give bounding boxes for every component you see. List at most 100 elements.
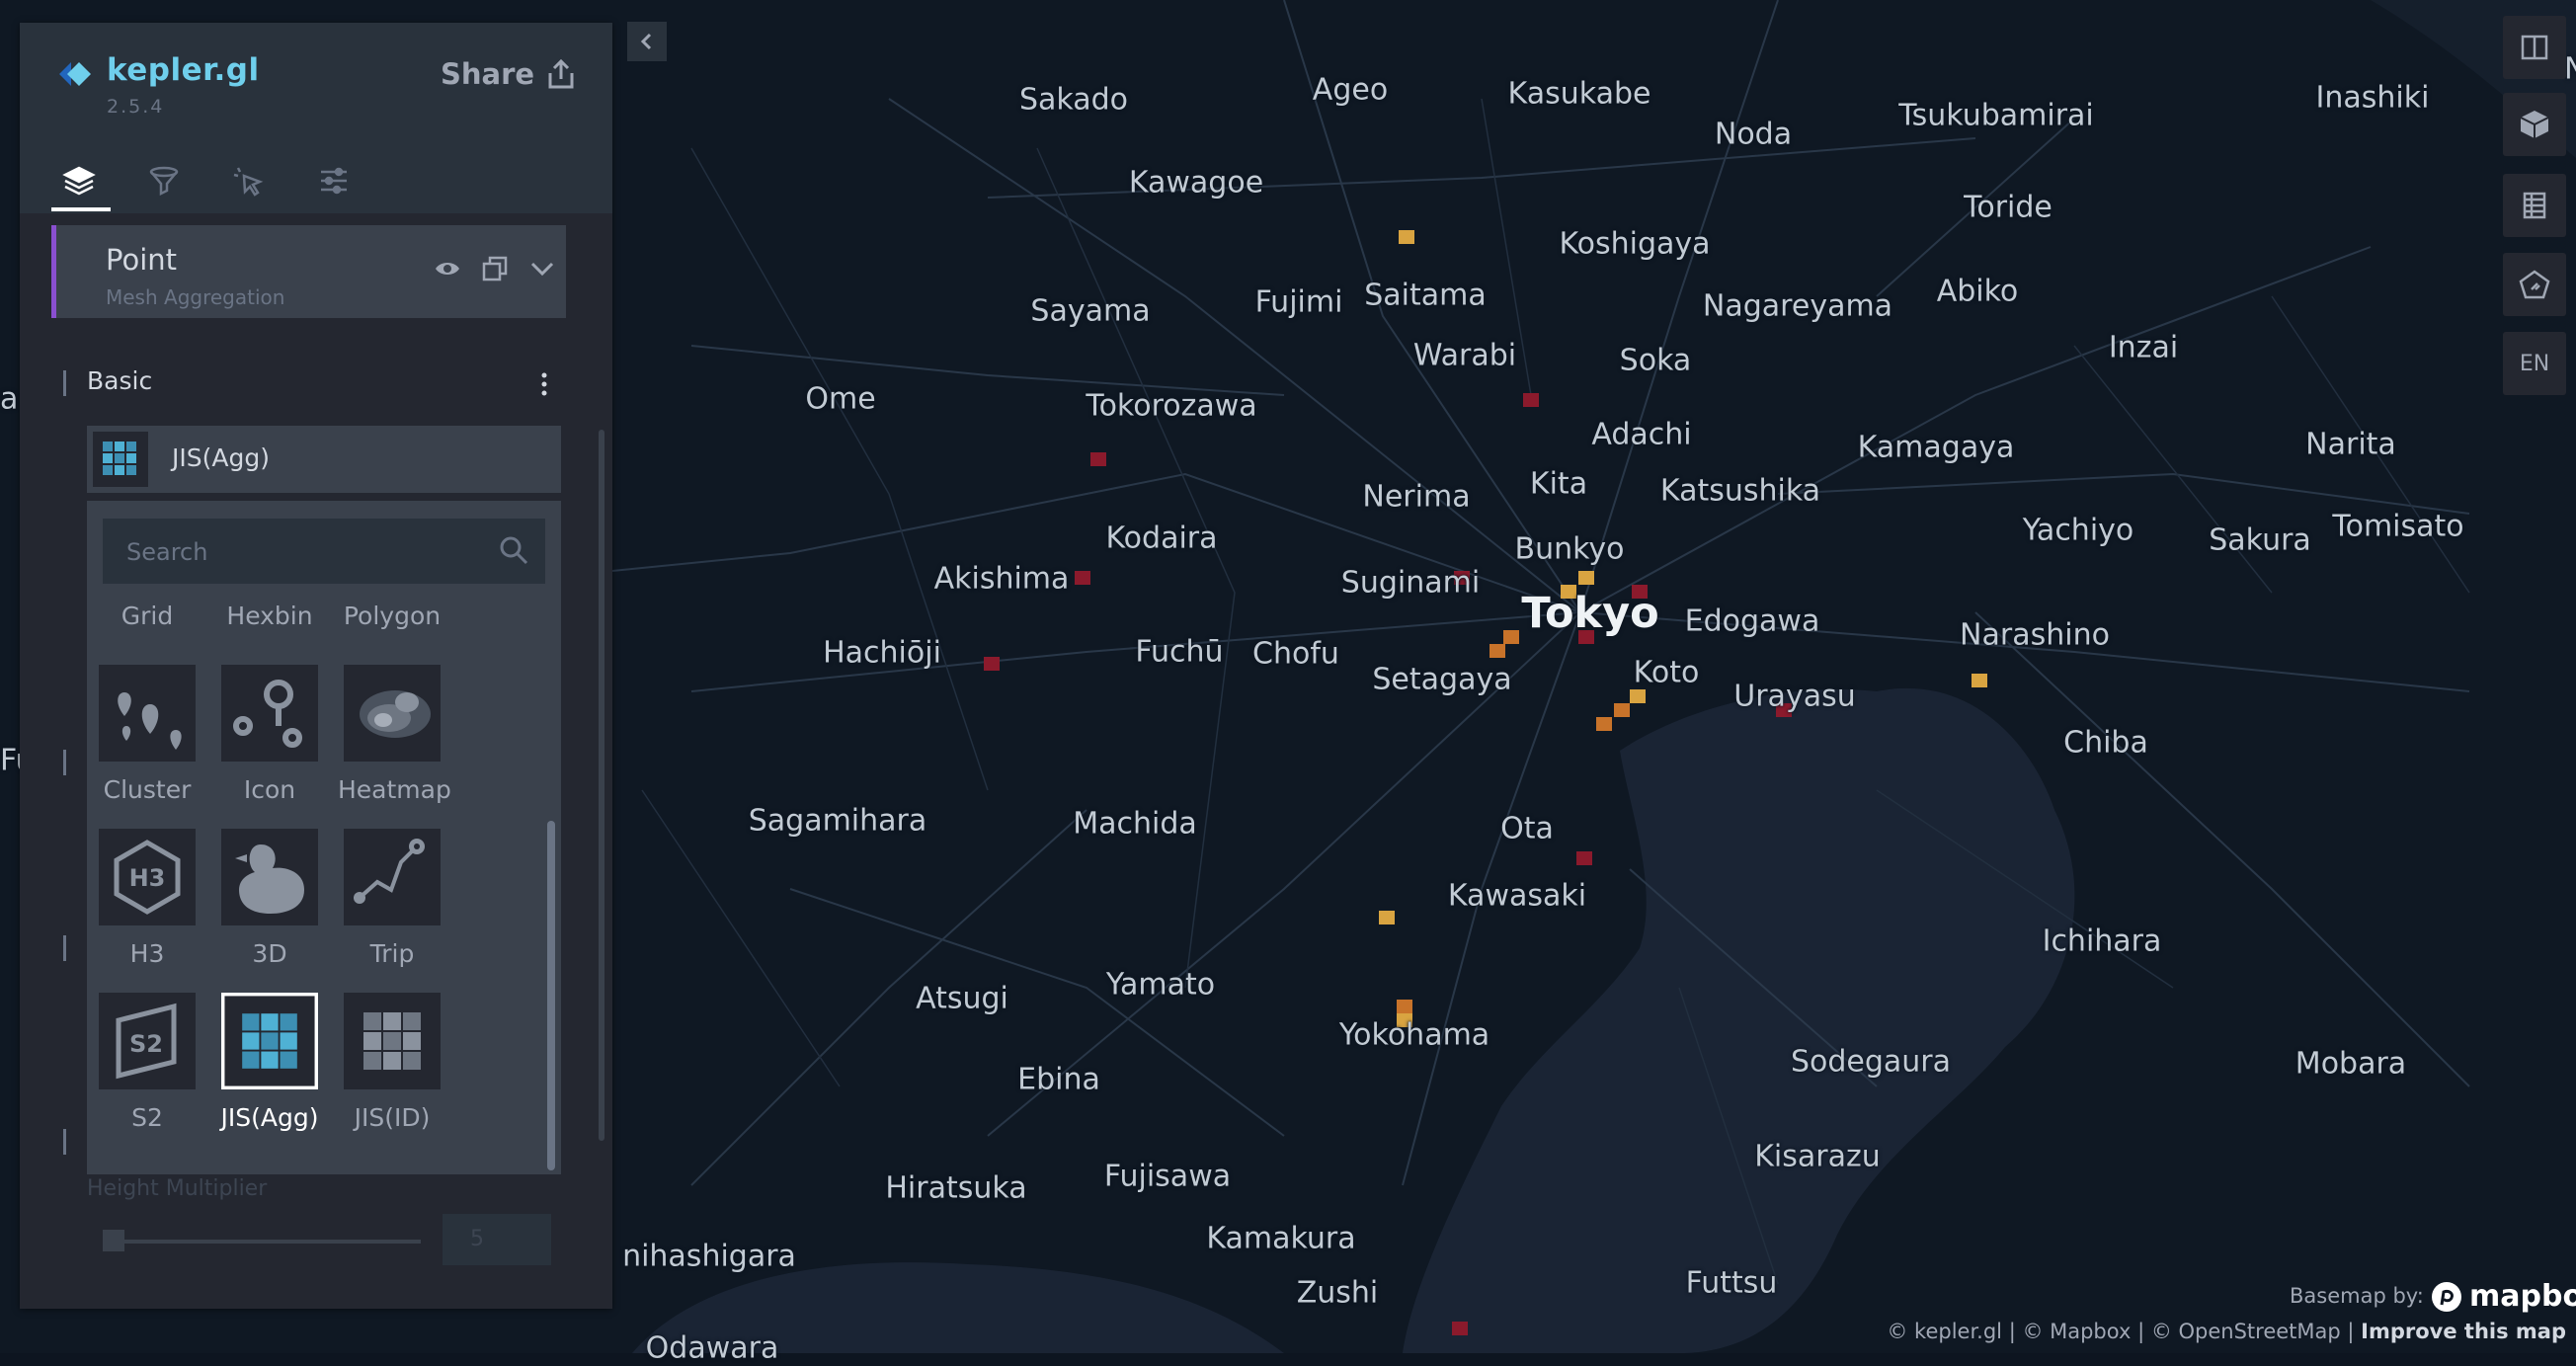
place-label: Fujisawa (1103, 1159, 1232, 1194)
panel-scrollbar[interactable] (599, 430, 604, 1141)
sliders-icon (321, 167, 347, 195)
layer-type-jis-id[interactable]: JIS(ID) (338, 993, 446, 1132)
split-map-button[interactable] (2503, 16, 2566, 79)
layer-actions (434, 255, 556, 282)
place-label: Soka (1619, 343, 1692, 378)
place-label: Setagaya (1372, 662, 1512, 697)
place-label: Inzai (2108, 330, 2179, 365)
layer-type-label: H3 (129, 939, 165, 968)
layer-type-dropdown: Grid Hexbin Polygon Cluster Icon (87, 501, 561, 1174)
attribution-text: © kepler.gl | © Mapbox | © OpenStreetMap… (1887, 1320, 2566, 1343)
place-label: Ebina (1017, 1062, 1100, 1097)
place-label: Katsushika (1659, 473, 1821, 509)
place-label: Suginami (1340, 565, 1481, 601)
selected-layer-type: JIS(Agg) (172, 443, 270, 472)
more-vertical-icon[interactable] (539, 370, 549, 398)
trip-icon (344, 829, 441, 925)
height-multiplier-handle[interactable] (103, 1230, 124, 1251)
place-label: Yamato (1105, 967, 1216, 1003)
layer-type-label: JIS(Agg) (220, 1103, 319, 1132)
mapbox-logo[interactable]: mapbox (2430, 1279, 2576, 1314)
search-icon[interactable] (498, 534, 529, 566)
mesh-cell (1489, 644, 1505, 658)
chevron-down-icon[interactable] (528, 255, 556, 282)
jis-id-icon (344, 993, 441, 1089)
layer-type-label: Cluster (103, 775, 192, 804)
attribution-credits[interactable]: © kepler.gl | © Mapbox | © OpenStreetMap… (1887, 1320, 2354, 1343)
layer-subtitle: Mesh Aggregation (106, 285, 285, 309)
draw-polygon-button[interactable] (2503, 253, 2566, 316)
layer-type-cluster[interactable]: Cluster (93, 665, 201, 804)
place-label: Kita (1529, 466, 1588, 502)
layer-type-label: 3D (252, 939, 287, 968)
place-label: Odawara (645, 1330, 779, 1366)
place-label: Urayasu (1733, 679, 1856, 714)
polygon-draw-icon (2519, 270, 2550, 299)
collapse-panel-button[interactable] (627, 22, 667, 61)
place-label: Chiba (2063, 725, 2148, 761)
layer-type-jis-agg[interactable]: JIS(Agg) (215, 993, 324, 1132)
mesh-cell (1075, 571, 1090, 585)
duck-3d-icon (221, 829, 318, 925)
cursor-click-icon (233, 167, 264, 197)
place-label: Akishima (933, 561, 1070, 597)
place-label: Sayama (1030, 293, 1151, 329)
layer-type-trip[interactable]: Trip (338, 829, 446, 968)
layer-panel-header[interactable]: Point Mesh Aggregation (51, 225, 566, 318)
place-label: Inashiki (2315, 80, 2430, 116)
3d-map-button[interactable] (2503, 93, 2566, 156)
place-label: Sagamihara (748, 803, 927, 839)
mesh-cell (1090, 452, 1106, 466)
height-multiplier-track[interactable] (109, 1240, 421, 1244)
layers-icon (62, 166, 96, 196)
active-tab-indicator (51, 207, 111, 211)
place-label: Koto (1633, 655, 1700, 690)
search-input[interactable] (103, 519, 504, 586)
place-label: Atsugi (916, 981, 1008, 1016)
tab-base-map[interactable] (306, 153, 362, 208)
layer-type-label: S2 (131, 1103, 163, 1132)
layer-type-label: Icon (243, 775, 296, 804)
place-label: Tokorozawa (1086, 388, 1257, 424)
layer-type-heatmap[interactable]: Heatmap (338, 665, 451, 804)
improve-map-link[interactable]: Improve this map (2361, 1320, 2566, 1343)
place-label: Futtsu (1685, 1265, 1778, 1301)
place-label: Koshigaya (1559, 226, 1711, 262)
mesh-cell (1397, 1000, 1412, 1013)
place-label: Noda (1714, 117, 1793, 152)
layer-type-selector[interactable]: JIS(Agg) (87, 426, 561, 493)
duplicate-icon[interactable] (481, 255, 509, 282)
place-label: Zushi (1296, 1275, 1379, 1311)
legend-button[interactable] (2503, 174, 2566, 237)
language-button[interactable]: EN (2503, 332, 2566, 395)
tab-interactions[interactable] (221, 153, 277, 208)
layer-type-label[interactable]: Polygon (338, 602, 446, 630)
place-label: Fuchū (1135, 634, 1224, 670)
app-version: 2.5.4 (107, 96, 165, 118)
dropdown-scrollbar[interactable] (547, 821, 555, 1170)
height-multiplier-input[interactable]: 5 (443, 1214, 551, 1265)
layer-type-label[interactable]: Grid (93, 602, 201, 630)
height-multiplier-label: Height Multiplier (87, 1176, 268, 1201)
place-label: Mobara (2294, 1046, 2407, 1082)
mesh-cell (1972, 674, 1987, 687)
place-label: Narita (2305, 427, 2396, 462)
mapbox-wordmark: mapbox (2469, 1279, 2576, 1314)
share-button[interactable]: Share (441, 52, 578, 96)
layer-type-label[interactable]: Hexbin (215, 602, 324, 630)
layer-type-h3[interactable]: H3 H3 (93, 829, 201, 968)
tab-filters[interactable] (136, 153, 192, 208)
app-name: kepler.gl (107, 52, 260, 88)
basemap-by-label: Basemap by: (2290, 1284, 2424, 1308)
legend-icon (2523, 192, 2546, 219)
place-label: Kawasaki (1447, 878, 1587, 914)
place-label: Sakura (2209, 522, 2311, 558)
mesh-cell (1630, 689, 1646, 703)
layer-type-3d[interactable]: 3D (215, 829, 324, 968)
place-label: Hachiōji (823, 635, 941, 671)
tab-layers[interactable] (51, 153, 107, 208)
layer-type-icon[interactable]: Icon (215, 665, 324, 804)
place-label: Machida (1073, 806, 1197, 842)
eye-icon[interactable] (434, 259, 461, 279)
layer-type-s2[interactable]: S2 S2 (93, 993, 201, 1132)
